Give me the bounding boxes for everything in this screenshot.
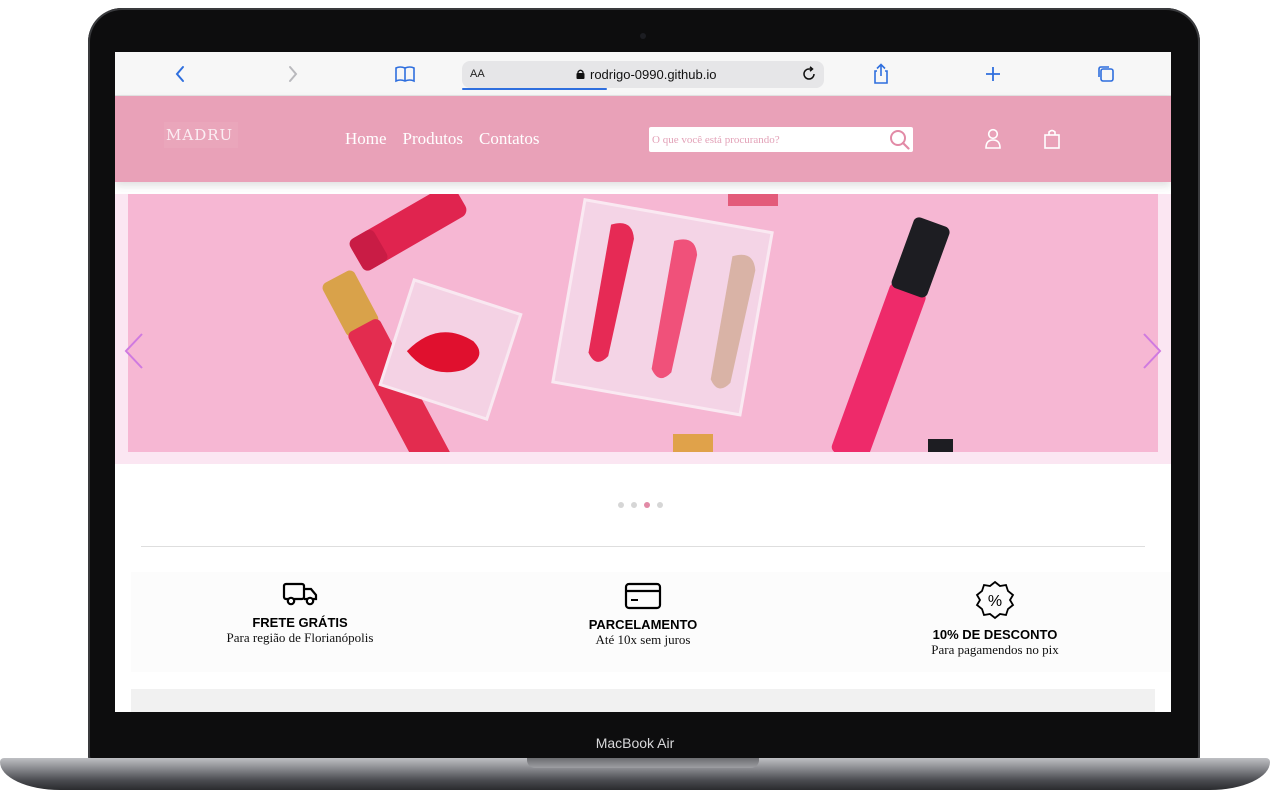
page-load-progress	[462, 88, 607, 90]
feature-subtitle: Até 10x sem juros	[595, 632, 691, 647]
laptop-notch	[527, 758, 759, 768]
svg-text:MADRU: MADRU	[166, 126, 233, 144]
back-icon[interactable]	[168, 62, 192, 86]
truck-icon	[205, 580, 395, 613]
camera-icon	[640, 33, 646, 39]
features-section: FRETE GRÁTIS Para região de Florianópoli…	[131, 572, 1171, 672]
new-tab-icon[interactable]	[981, 62, 1005, 86]
shopping-bag-icon[interactable]	[1043, 128, 1061, 155]
carousel-dot-4[interactable]	[657, 502, 663, 508]
feature-subtitle: Para região de Florianópolis	[226, 630, 374, 645]
main-nav: Home Produtos Contatos	[345, 129, 539, 149]
section-divider	[141, 546, 1145, 547]
carousel-dot-1[interactable]	[618, 502, 624, 508]
url-text: rodrigo-0990.github.io	[590, 67, 717, 82]
credit-card-icon	[563, 580, 723, 615]
bookmarks-icon[interactable]	[393, 62, 417, 86]
browser-toolbar: AA rodrigo-0990.github.io	[115, 52, 1171, 96]
share-icon[interactable]	[869, 62, 893, 86]
device-label: MacBook Air	[595, 735, 675, 751]
next-section-panel	[131, 689, 1155, 712]
carousel-next-icon[interactable]	[1141, 332, 1163, 375]
reload-icon[interactable]	[798, 63, 820, 85]
carousel-indicators	[618, 502, 663, 508]
nav-contatos-link[interactable]: Contatos	[479, 129, 539, 149]
feature-parcelamento: PARCELAMENTO Até 10x sem juros	[563, 580, 723, 648]
feature-title: 10% DE DESCONTO	[932, 627, 1058, 642]
carousel-prev-icon[interactable]	[123, 332, 145, 375]
site-header: MADRU Home Produtos Contatos	[115, 96, 1171, 182]
discount-badge-icon: %	[905, 580, 1085, 625]
search-box	[649, 127, 913, 152]
search-icon[interactable]	[889, 129, 910, 155]
search-input[interactable]	[649, 127, 885, 152]
feature-frete: FRETE GRÁTIS Para região de Florianópoli…	[205, 580, 395, 646]
feature-title: PARCELAMENTO	[588, 617, 698, 632]
forward-icon[interactable]	[281, 62, 305, 86]
lock-icon	[576, 69, 585, 79]
hero-carousel	[115, 194, 1171, 464]
nav-produtos-link[interactable]: Produtos	[403, 129, 463, 149]
address-bar[interactable]: AA rodrigo-0990.github.io	[462, 61, 824, 90]
feature-title: FRETE GRÁTIS	[252, 615, 348, 630]
text-size-button[interactable]: AA	[470, 68, 485, 80]
screen: AA rodrigo-0990.github.io MADRU Home Pro…	[115, 52, 1171, 712]
brand-logo[interactable]: MADRU	[164, 122, 238, 148]
user-icon[interactable]	[984, 128, 1002, 155]
nav-home-link[interactable]: Home	[345, 129, 387, 149]
carousel-dot-2[interactable]	[631, 502, 637, 508]
feature-subtitle: Para pagamendos no pix	[931, 642, 1059, 657]
carousel-dot-3[interactable]	[644, 502, 650, 508]
feature-desconto: % 10% DE DESCONTO Para pagamendos no pix	[905, 580, 1085, 658]
svg-text:%: %	[988, 593, 1002, 610]
tabs-icon[interactable]	[1094, 62, 1118, 86]
carousel-slide-image	[128, 194, 1158, 452]
